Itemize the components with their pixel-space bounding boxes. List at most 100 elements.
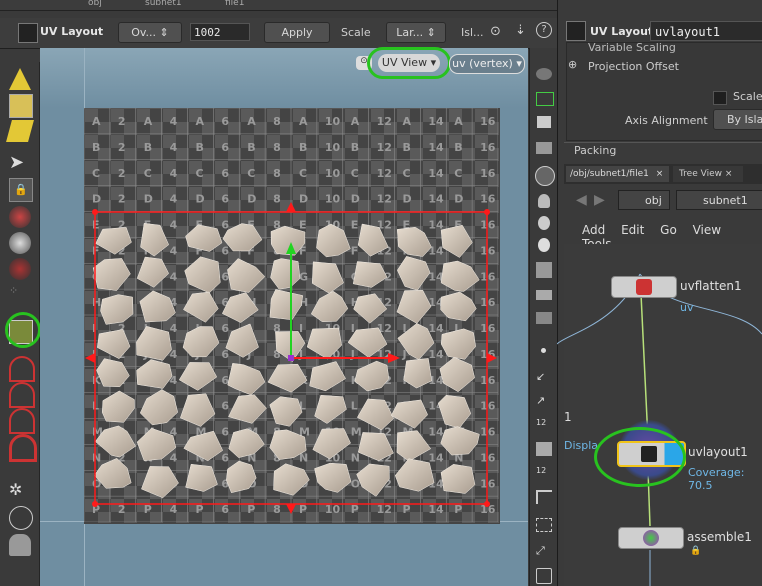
uv-island	[394, 458, 435, 492]
path-tab[interactable]: /obj/subnet1/file1 ×	[566, 166, 669, 182]
forward-arrow-icon[interactable]: ▶	[594, 192, 605, 208]
uv-island	[227, 363, 266, 396]
menu-add[interactable]: Add	[582, 223, 605, 237]
wire-icon[interactable]	[536, 290, 552, 300]
uv-island	[270, 258, 301, 290]
select-arrow-icon[interactable]: ➤	[9, 152, 31, 174]
axis-alignment-dropdown[interactable]: By Islan	[713, 109, 762, 130]
uv-island	[183, 430, 224, 462]
menu-icon[interactable]: ⇣	[515, 23, 526, 38]
scale-checkbox-label: Scale	[733, 90, 762, 103]
node-name-field[interactable]: uvlayout1	[650, 21, 762, 41]
uv-island	[397, 323, 435, 360]
head-light-icon[interactable]	[538, 216, 550, 230]
highlight-ring-tool	[5, 312, 41, 348]
bbox-icon[interactable]	[536, 518, 552, 532]
layers-icon[interactable]	[536, 312, 552, 324]
scale-dropdown[interactable]: Lar... ⇕	[386, 22, 446, 43]
uv-island	[184, 256, 221, 294]
paint-icon[interactable]	[9, 68, 31, 90]
help-icon[interactable]: ?	[536, 22, 552, 38]
magnet-icon[interactable]	[9, 356, 35, 382]
light-icon[interactable]	[535, 166, 555, 186]
magnet-peak-icon[interactable]	[9, 408, 35, 434]
camera-view-icon[interactable]	[536, 142, 552, 154]
uv-island	[139, 290, 176, 323]
display-options-strip: ↙ ↗ 12 12 ⤢	[529, 48, 558, 586]
lock-icon[interactable]: 🔒	[9, 178, 33, 202]
net-path-obj[interactable]: obj	[618, 190, 670, 210]
lock-view-icon[interactable]	[537, 116, 551, 128]
shading-icon[interactable]	[536, 262, 552, 278]
net-path-subnet[interactable]: subnet1	[676, 190, 762, 210]
select-points-icon[interactable]	[9, 94, 33, 118]
magnet-smooth-icon[interactable]	[9, 434, 37, 462]
uv-island	[179, 393, 216, 427]
uv-island	[97, 329, 131, 360]
iterations-field[interactable]: 1002	[190, 23, 250, 41]
variable-scaling-label[interactable]: Variable Scaling	[588, 41, 676, 54]
point-icon[interactable]	[541, 348, 546, 353]
uv-island	[440, 328, 476, 360]
uv-island	[185, 224, 223, 252]
menu-view[interactable]: View	[693, 223, 721, 237]
uv-island	[221, 292, 259, 323]
display-icon[interactable]	[536, 92, 554, 106]
prim-icon[interactable]	[536, 442, 552, 456]
crumb-subnet[interactable]: subnet1	[145, 0, 182, 8]
uv-island	[136, 326, 172, 361]
vector-icon[interactable]: ↗	[536, 394, 552, 407]
target-icon[interactable]	[9, 506, 33, 530]
link-icon[interactable]: ⊙	[490, 24, 501, 39]
uv-island	[316, 223, 351, 258]
uv-layout-tool-icon	[18, 23, 38, 43]
fullscreen-icon[interactable]	[536, 568, 552, 584]
uv-island	[356, 463, 390, 497]
pose-icon[interactable]: ⁘	[9, 284, 31, 306]
select-faces-icon[interactable]	[6, 120, 34, 142]
uv-island	[440, 426, 480, 456]
magnet-curve-icon[interactable]	[9, 382, 35, 408]
uv-island	[357, 223, 389, 257]
camera-icon[interactable]	[9, 534, 31, 556]
ov-dropdown[interactable]: Ov... ⇕	[118, 22, 182, 43]
projection-offset-label[interactable]: Projection Offset	[588, 60, 679, 73]
person-icon[interactable]	[538, 238, 550, 252]
uv-island	[440, 464, 476, 494]
menu-edit[interactable]: Edit	[621, 223, 644, 237]
transform-icon[interactable]	[9, 206, 31, 228]
packing-tab[interactable]: Packing	[574, 144, 616, 157]
uv-island	[183, 291, 219, 323]
uv-island	[227, 258, 266, 293]
uv-attrib-menu[interactable]: uv (vertex) ▾	[449, 54, 525, 74]
edge-icon[interactable]	[536, 490, 552, 504]
rotate-icon[interactable]	[9, 232, 31, 254]
uv-island	[390, 399, 428, 429]
apply-button[interactable]: Apply	[264, 22, 330, 43]
uv-island	[96, 358, 130, 388]
crumb-file[interactable]: file1	[225, 0, 244, 8]
side-number: 1	[564, 410, 572, 424]
normal-icon[interactable]: ↙	[536, 370, 552, 383]
node-uvflatten1[interactable]	[611, 276, 677, 298]
menu-go[interactable]: Go	[660, 223, 677, 237]
back-arrow-icon[interactable]: ◀	[576, 192, 587, 208]
scale-checkbox[interactable]	[713, 91, 727, 105]
tool-options-bar: UV Layout Ov... ⇕ 1002 Apply Scale Lar..…	[0, 18, 557, 49]
prim-number-icon[interactable]: 12	[536, 466, 552, 480]
uv-island	[136, 256, 170, 288]
gear-icon[interactable]: ✲	[9, 480, 31, 502]
tree-view-tab[interactable]: Tree View ×	[673, 166, 743, 182]
node-assemble1-name: assemble1	[687, 530, 752, 544]
scale-tool-icon[interactable]	[9, 258, 31, 280]
bulb-icon[interactable]	[538, 194, 550, 208]
crumb-obj[interactable]: obj	[88, 0, 102, 8]
expand-plus-icon[interactable]: ⊕	[568, 58, 577, 71]
node-uvflatten1-sub: uv	[680, 301, 694, 314]
point-number-icon[interactable]: 12	[536, 418, 552, 432]
snap-icon[interactable]: ⤢	[536, 544, 552, 558]
eye-icon[interactable]	[536, 68, 552, 80]
node-assemble1[interactable]	[618, 527, 684, 549]
uv-island	[94, 425, 136, 458]
uv-island	[269, 396, 303, 427]
